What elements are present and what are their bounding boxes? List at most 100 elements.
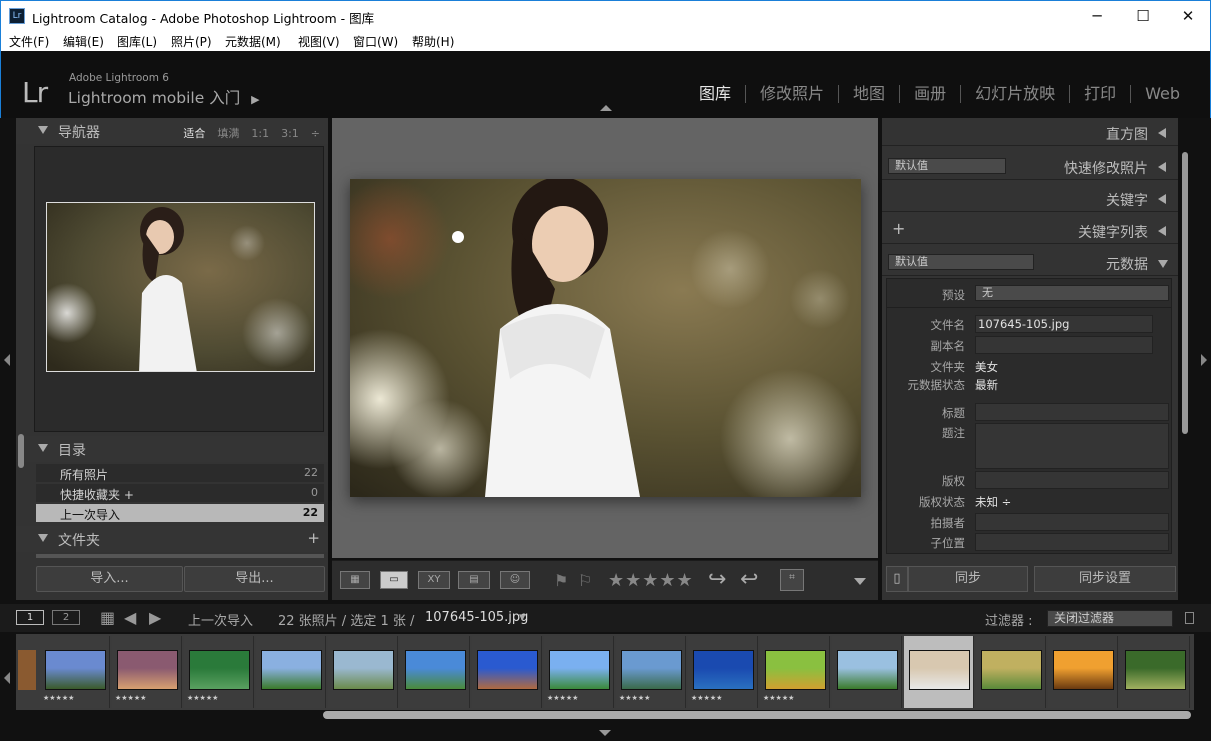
menu-view[interactable]: 视图(V) — [298, 33, 340, 50]
filmstrip-filename[interactable]: 107645-105.jpg — [425, 610, 528, 625]
catalog-header[interactable]: 目录 — [16, 436, 328, 462]
left-panel-toggle-icon[interactable] — [4, 354, 10, 366]
main-photo[interactable] — [350, 179, 861, 497]
toolbar-options-chevron-icon[interactable] — [854, 578, 866, 585]
filmstrip-scrollbar[interactable] — [323, 711, 1191, 719]
navigator-thumbnail[interactable] — [46, 202, 315, 372]
filmstrip-thumbnail[interactable]: ★★★★★ — [688, 636, 758, 708]
menu-file[interactable]: 文件(F) — [9, 33, 49, 50]
collapse-bottom-icon[interactable] — [599, 730, 611, 736]
filmstrip-thumbnail[interactable] — [1120, 636, 1190, 708]
copy-name-field[interactable] — [975, 336, 1153, 354]
back-arrow-icon[interactable]: ◀ — [124, 608, 136, 627]
export-button[interactable]: 导出... — [184, 566, 325, 592]
collapse-top-icon[interactable] — [600, 105, 612, 111]
module-map[interactable]: 地图 — [838, 85, 899, 103]
grid-icon[interactable]: ▦ — [100, 608, 115, 627]
filmstrip-thumbnail[interactable]: ★★★★★ — [112, 636, 182, 708]
secondary-window-button[interactable]: 2 — [52, 610, 80, 625]
zoom-fit[interactable]: 适合 — [183, 127, 205, 140]
filmstrip-thumbnail[interactable] — [904, 636, 974, 708]
filmstrip-thumbnail[interactable] — [832, 636, 902, 708]
filter-select[interactable]: 关闭过滤器 — [1047, 610, 1173, 627]
filename-dropdown-icon[interactable]: ▾ — [519, 610, 526, 625]
title-field[interactable] — [975, 403, 1169, 421]
metadata-preset-select[interactable]: 默认值 — [888, 254, 1034, 270]
maximize-button[interactable]: ☐ — [1120, 1, 1166, 31]
star-rating[interactable]: ★★★★★ — [608, 570, 694, 591]
zoom-stepper-icon[interactable]: ÷ — [311, 127, 320, 140]
filmstrip-thumbnail[interactable]: ★★★★★ — [40, 636, 110, 708]
filmstrip-thumbnail[interactable] — [472, 636, 542, 708]
zoom-3-1[interactable]: 3:1 — [281, 127, 299, 140]
creator-field[interactable] — [975, 513, 1169, 531]
catalog-item-all-photos[interactable]: 所有照片 22 — [36, 464, 324, 482]
filmstrip-thumbnail[interactable]: ★★★★★ — [616, 636, 686, 708]
crop-overlay-icon[interactable]: ⌗ — [780, 569, 804, 591]
loupe-view-icon[interactable]: ▭ — [380, 571, 408, 589]
histogram-header[interactable]: 直方图 — [882, 118, 1178, 146]
module-library[interactable]: 图库 — [685, 85, 745, 103]
left-panel-scrollbar[interactable] — [18, 434, 24, 468]
survey-view-icon[interactable]: ▤ — [458, 571, 490, 589]
filmstrip-thumbnail[interactable]: ★★★★★ — [760, 636, 830, 708]
filmstrip-thumbnail[interactable] — [256, 636, 326, 708]
module-slideshow[interactable]: 幻灯片放映 — [960, 85, 1069, 103]
forward-arrow-icon[interactable]: ▶ — [149, 608, 161, 627]
import-button[interactable]: 导入... — [36, 566, 183, 592]
sync-toggle-switch[interactable]: ▯ — [886, 566, 908, 592]
sync-settings-button[interactable]: 同步设置 — [1034, 566, 1176, 592]
add-folder-icon[interactable]: + — [307, 529, 320, 547]
filmstrip-thumbnail[interactable] — [400, 636, 470, 708]
module-print[interactable]: 打印 — [1069, 85, 1130, 103]
quick-develop-preset-select[interactable]: 默认值 — [888, 158, 1006, 174]
right-panel-scrollbar[interactable] — [1182, 152, 1188, 434]
filmstrip-thumbnail[interactable] — [976, 636, 1046, 708]
filmstrip-thumbnail[interactable]: ★★★★★ — [184, 636, 254, 708]
grid-view-icon[interactable]: ▦ — [340, 571, 370, 589]
filmstrip-thumbnail[interactable]: ★★★★★ — [544, 636, 614, 708]
navigator-header[interactable]: 导航器 适合 填满 1:1 3:1 ÷ — [16, 118, 328, 144]
filmstrip-source[interactable]: 上一次导入 — [188, 610, 253, 629]
copyright-status-select[interactable]: 未知 ÷ — [975, 494, 1011, 510]
filmstrip-thumbnail[interactable] — [328, 636, 398, 708]
copyright-field[interactable] — [975, 471, 1169, 489]
rotate-right-icon[interactable]: ↩ — [740, 567, 758, 592]
rotate-left-icon[interactable]: ↪ — [708, 567, 726, 592]
zoom-fill[interactable]: 填满 — [217, 127, 239, 140]
partial-thumbnail[interactable] — [18, 650, 36, 690]
filter-lock-icon[interactable] — [1185, 612, 1194, 624]
zoom-1-1[interactable]: 1:1 — [251, 127, 269, 140]
catalog-item-quick-collection[interactable]: 快捷收藏夹 +0 — [36, 484, 324, 502]
close-button[interactable]: ✕ — [1165, 1, 1211, 31]
module-develop[interactable]: 修改照片 — [745, 85, 838, 103]
metadata-preset-value[interactable]: 无 — [975, 285, 1169, 301]
menu-photo[interactable]: 照片(P) — [171, 33, 212, 50]
primary-window-button[interactable]: 1 — [16, 610, 44, 625]
right-panel-toggle-icon[interactable] — [1201, 354, 1207, 366]
metadata-header[interactable]: 默认值 元数据 — [882, 248, 1178, 276]
filename-field[interactable]: 107645-105.jpg — [975, 315, 1153, 333]
people-view-icon[interactable]: ☺ — [500, 571, 530, 589]
module-web[interactable]: Web — [1130, 85, 1194, 103]
module-book[interactable]: 画册 — [899, 85, 960, 103]
filmstrip-left-arrow-icon[interactable] — [4, 672, 10, 684]
sync-button[interactable]: 同步 — [908, 566, 1028, 592]
menu-edit[interactable]: 编辑(E) — [63, 33, 104, 50]
caption-field[interactable] — [975, 423, 1169, 469]
add-keyword-icon[interactable]: + — [892, 219, 905, 238]
folders-header[interactable]: 文件夹 + — [16, 526, 328, 552]
menu-help[interactable]: 帮助(H) — [412, 33, 454, 50]
flag-icon[interactable]: ⚑ — [554, 571, 568, 590]
sublocation-field[interactable] — [975, 533, 1169, 551]
minimize-button[interactable]: ─ — [1074, 1, 1120, 31]
reject-flag-icon[interactable]: ⚐ — [578, 571, 592, 590]
menu-window[interactable]: 窗口(W) — [353, 33, 398, 50]
keyword-list-header[interactable]: + 关键字列表 — [882, 216, 1178, 244]
catalog-item-previous-import[interactable]: 上一次导入 22 — [36, 504, 324, 522]
menu-metadata[interactable]: 元数据(M) — [225, 33, 281, 50]
quick-develop-header[interactable]: 默认值 快速修改照片 — [882, 152, 1178, 180]
filmstrip-thumbnail[interactable] — [1048, 636, 1118, 708]
lightroom-mobile-link[interactable]: Lightroom mobile 入门 ▶ — [68, 86, 260, 108]
menu-library[interactable]: 图库(L) — [117, 33, 157, 50]
